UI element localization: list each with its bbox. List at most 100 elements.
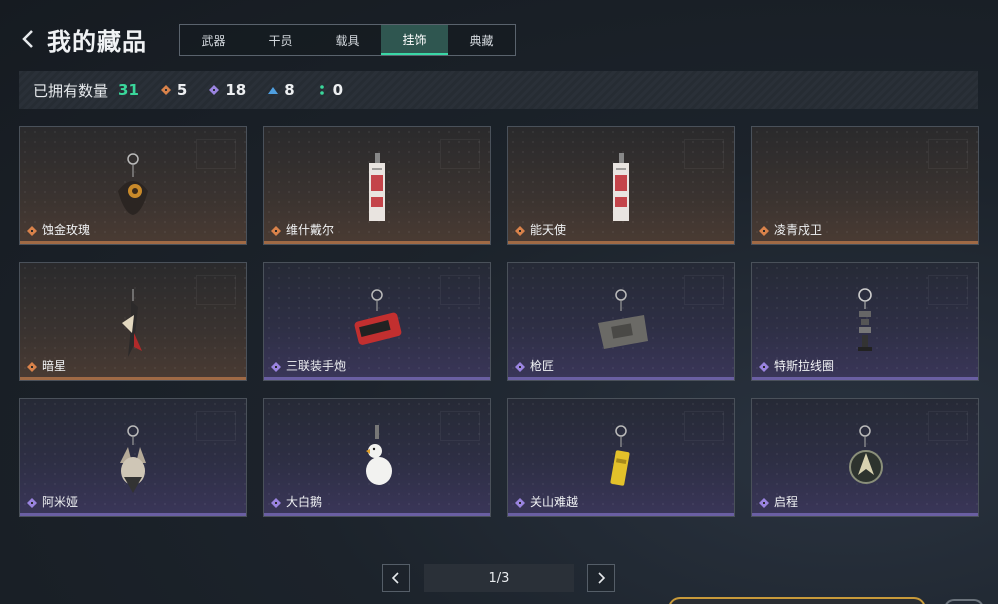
rarity-bar: [20, 241, 246, 244]
rarity-bar: [264, 377, 490, 380]
stat-orange: 5: [160, 81, 188, 99]
owned-label: 已拥有数量: [33, 81, 109, 100]
charm-name: 蚀金玫瑰: [42, 223, 91, 237]
rarity-bar: [264, 241, 490, 244]
rarity-bar: [752, 241, 978, 244]
charm-card[interactable]: 关山难越: [507, 398, 735, 517]
card-pattern: [684, 275, 724, 305]
prev-page-button[interactable]: [382, 564, 410, 592]
tab-operators[interactable]: 干员: [247, 25, 314, 55]
tab-charms[interactable]: 挂饰: [381, 25, 448, 55]
stat-purple-value: 18: [225, 81, 247, 99]
charm-card[interactable]: 三联装手炮: [263, 262, 491, 381]
tab-collection[interactable]: 典藏: [448, 25, 515, 55]
charm-name: 阿米娅: [42, 495, 79, 509]
charm-name: 关山难越: [530, 495, 579, 509]
chevron-right-icon: [598, 572, 606, 584]
charm-card[interactable]: 维什戴尔: [263, 126, 491, 245]
category-tabs: 武器 干员 载具 挂饰 典藏: [179, 24, 516, 56]
purple-diamond-icon: [759, 362, 769, 372]
stat-green-value: 0: [332, 81, 344, 99]
bottom-secondary-button[interactable]: [944, 599, 984, 604]
can-charm-icon: [610, 425, 630, 486]
card-pattern: [440, 411, 480, 441]
toolbox-charm-icon: [598, 289, 648, 349]
card-pattern: [196, 275, 236, 305]
tab-vehicles[interactable]: 载具: [314, 25, 381, 55]
purple-diamond-icon: [515, 362, 525, 372]
charm-name: 特斯拉线圈: [774, 359, 835, 373]
blade-charm-icon: [122, 289, 142, 357]
charm-card[interactable]: 阿米娅: [19, 398, 247, 517]
stat-green: 0: [317, 81, 343, 99]
charm-name: 维什戴尔: [286, 223, 335, 237]
charm-card[interactable]: 蚀金玫瑰: [19, 126, 247, 245]
card-pattern: [196, 411, 236, 441]
stat-orange-value: 5: [176, 81, 188, 99]
charm-card[interactable]: 大白鹅: [263, 398, 491, 517]
rarity-bar: [264, 513, 490, 516]
card-pattern: [928, 275, 968, 305]
owned-total: 31: [118, 81, 139, 99]
stat-blue-value: 8: [284, 81, 295, 99]
charm-name: 启程: [774, 495, 799, 509]
charm-name: 能天使: [530, 223, 567, 237]
purple-diamond-icon: [759, 498, 769, 508]
charm-card[interactable]: 能天使: [507, 126, 735, 245]
purple-diamond-icon: [209, 85, 220, 95]
orange-diamond-icon: [271, 226, 281, 236]
charm-card[interactable]: 暗星: [19, 262, 247, 381]
charm-card[interactable]: 枪匠: [507, 262, 735, 381]
orange-diamond-icon: [27, 362, 37, 372]
compass-charm-icon: [849, 425, 883, 484]
bottom-action-button[interactable]: [668, 597, 926, 604]
rarity-bar: [752, 377, 978, 380]
charm-name: 大白鹅: [286, 495, 323, 509]
charm-card[interactable]: 启程: [751, 398, 979, 517]
orange-diamond-icon: [759, 226, 769, 236]
rarity-bar: [20, 513, 246, 516]
purple-diamond-icon: [515, 498, 525, 508]
charm-name: 暗星: [42, 359, 67, 373]
coil-charm-icon: [858, 288, 872, 351]
bunny-charm-icon: [120, 425, 146, 493]
next-page-button[interactable]: [587, 564, 615, 592]
rarity-bar: [508, 377, 734, 380]
charm-card[interactable]: 凌青戍卫: [751, 126, 979, 245]
rarity-bar: [20, 377, 246, 380]
cannon-charm-icon: [354, 289, 402, 345]
card-pattern: [684, 139, 724, 169]
page-indicator: 1/3: [424, 564, 574, 592]
rarity-bar: [752, 513, 978, 516]
owned-count-bar: 已拥有数量 31 5 18 8 0: [19, 71, 978, 109]
orange-diamond-icon: [515, 226, 525, 236]
charm-name: 枪匠: [530, 359, 555, 373]
card-pattern: [196, 139, 236, 169]
card-pattern: [440, 139, 480, 169]
back-arrow-icon[interactable]: [18, 28, 40, 50]
card-pattern: [928, 139, 968, 169]
empty-charm-icon: [830, 151, 900, 223]
rarity-bar: [508, 241, 734, 244]
charm-card[interactable]: 特斯拉线圈: [751, 262, 979, 381]
tab-weapons[interactable]: 武器: [180, 25, 247, 55]
page-title: 我的藏品: [47, 28, 147, 56]
orange-diamond-icon: [160, 85, 171, 95]
purple-diamond-icon: [27, 498, 37, 508]
card-pattern: [684, 411, 724, 441]
card-charm-icon: [613, 153, 629, 221]
card-pattern: [928, 411, 968, 441]
charm-name: 三联装手炮: [286, 359, 347, 373]
purple-diamond-icon: [271, 362, 281, 372]
blue-chevron-icon: [268, 87, 279, 94]
rarity-bar: [508, 513, 734, 516]
chevron-left-icon: [391, 572, 399, 584]
stat-blue: 8: [268, 81, 295, 99]
card-charm-icon: [369, 153, 385, 221]
orange-diamond-icon: [27, 226, 37, 236]
rose-charm-icon: [118, 153, 148, 215]
charm-name: 凌青戍卫: [774, 223, 823, 237]
green-dots-icon: [319, 85, 324, 95]
stat-purple: 18: [209, 81, 246, 99]
purple-diamond-icon: [271, 498, 281, 508]
